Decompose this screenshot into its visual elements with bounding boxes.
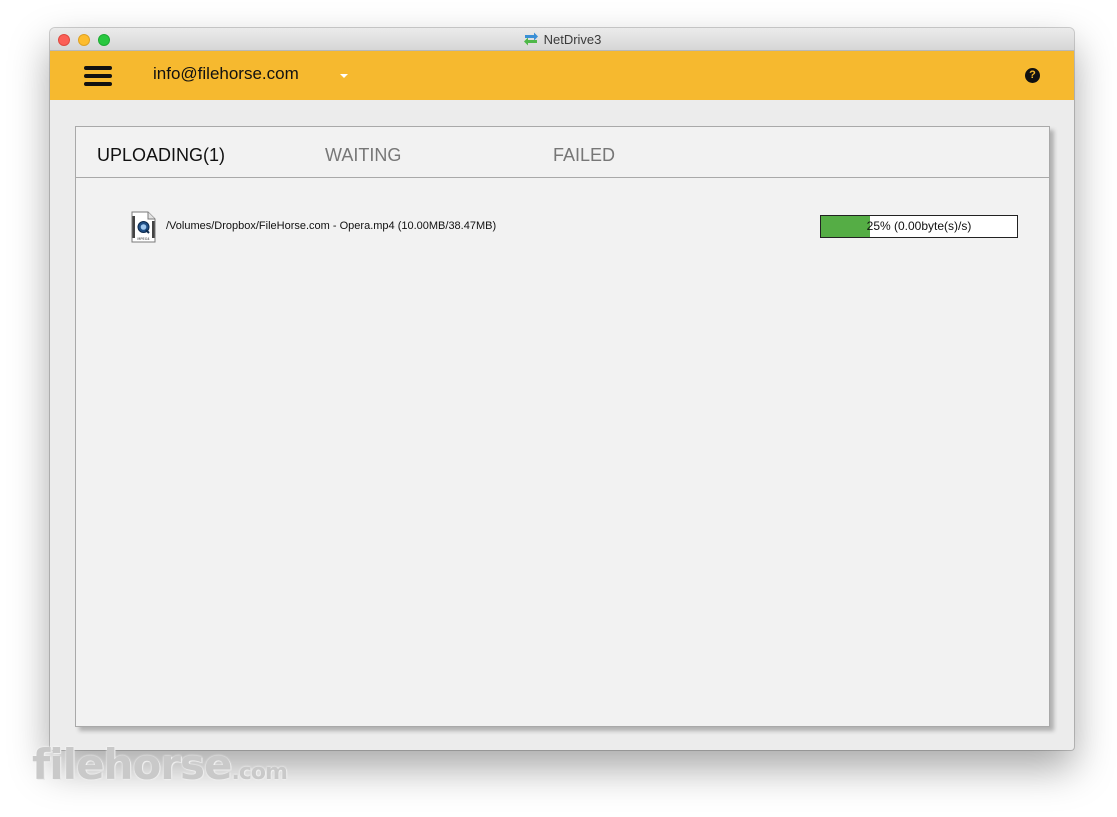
netdrive-arrows-icon [523,32,538,46]
upload-list-item[interactable]: MPEG4 /Volumes/Dropbox/FileHorse.com - O… [76,211,1049,245]
hamburger-menu-icon[interactable] [84,66,112,87]
question-circle-icon[interactable]: ? [1025,68,1040,83]
mpeg-video-file-icon: MPEG4 [131,211,156,243]
filehorse-watermark-logo: filehorse.com [32,740,288,789]
upload-progress-bar: 25% (0.00byte(s)/s) [820,215,1018,238]
window-title-group: NetDrive3 [50,28,1074,50]
transfer-tabs: UPLOADING(1) WAITING FAILED [76,127,1049,178]
transfer-panel: UPLOADING(1) WAITING FAILED MPEG4 /Volum… [75,126,1050,727]
title-bar[interactable]: NetDrive3 [50,28,1074,51]
file-type-label: MPEG4 [137,237,150,241]
tab-waiting[interactable]: WAITING [325,145,401,166]
caret-down-icon[interactable] [340,74,348,78]
tab-failed[interactable]: FAILED [553,145,615,166]
upload-file-path: /Volumes/Dropbox/FileHorse.com - Opera.m… [166,220,497,232]
account-selector[interactable]: info@filehorse.com [153,64,299,84]
tab-uploading[interactable]: UPLOADING(1) [97,145,225,166]
progress-text: 25% (0.00byte(s)/s) [866,219,972,233]
account-header: info@filehorse.com ? [50,51,1074,100]
window-title: NetDrive3 [543,31,602,47]
app-window: NetDrive3 info@filehorse.com ? UPLOADING… [50,28,1074,750]
